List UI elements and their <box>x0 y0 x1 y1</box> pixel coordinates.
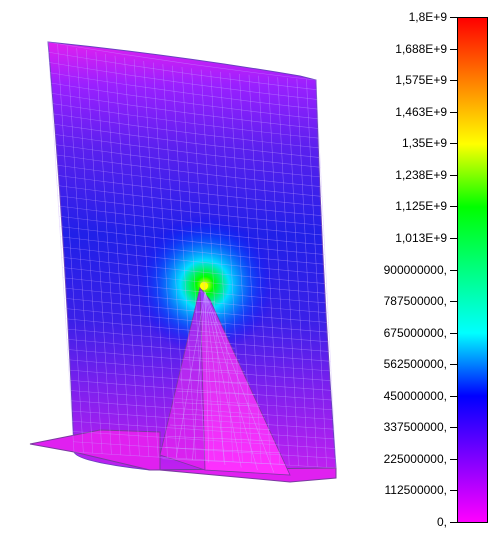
legend-label: 1,8E+9 <box>408 10 447 24</box>
legend-tick <box>450 427 457 428</box>
legend-label: 1,238E+9 <box>395 167 447 182</box>
legend-label: 1,463E+9 <box>395 104 447 119</box>
legend-tick <box>450 333 457 334</box>
legend-tick <box>450 175 457 176</box>
legend-label: 1,013E+9 <box>395 230 447 245</box>
legend-label: 1,125E+9 <box>395 199 447 214</box>
color-legend-bar <box>457 17 488 523</box>
legend-tick <box>450 459 457 460</box>
legend-label: 1,35E+9 <box>401 136 447 151</box>
legend-tick <box>450 396 457 397</box>
legend-label: 225000000, <box>383 451 447 466</box>
legend-label: 1,688E+9 <box>395 41 447 56</box>
legend-tick <box>450 143 457 144</box>
legend-label: 450000000, <box>383 388 447 403</box>
legend-tick <box>450 17 457 18</box>
legend-tick <box>450 270 457 271</box>
legend-tick <box>450 49 457 50</box>
legend-label: 787500000, <box>383 294 447 309</box>
legend-tick <box>450 112 457 113</box>
legend-label: 337500000, <box>383 420 447 435</box>
legend-tick <box>450 522 457 523</box>
legend-tick <box>450 490 457 491</box>
legend-label: 562500000, <box>383 357 447 372</box>
legend-tick <box>450 80 457 81</box>
legend-label: 1,575E+9 <box>395 73 447 88</box>
legend-label: 900000000, <box>383 262 447 277</box>
legend-tick <box>450 206 457 207</box>
legend-label: 675000000, <box>383 325 447 340</box>
legend-tick <box>450 364 457 365</box>
legend-label: 0, <box>436 515 447 529</box>
legend-tick <box>450 301 457 302</box>
legend-tick <box>450 238 457 239</box>
legend-label: 112500000, <box>384 483 447 498</box>
